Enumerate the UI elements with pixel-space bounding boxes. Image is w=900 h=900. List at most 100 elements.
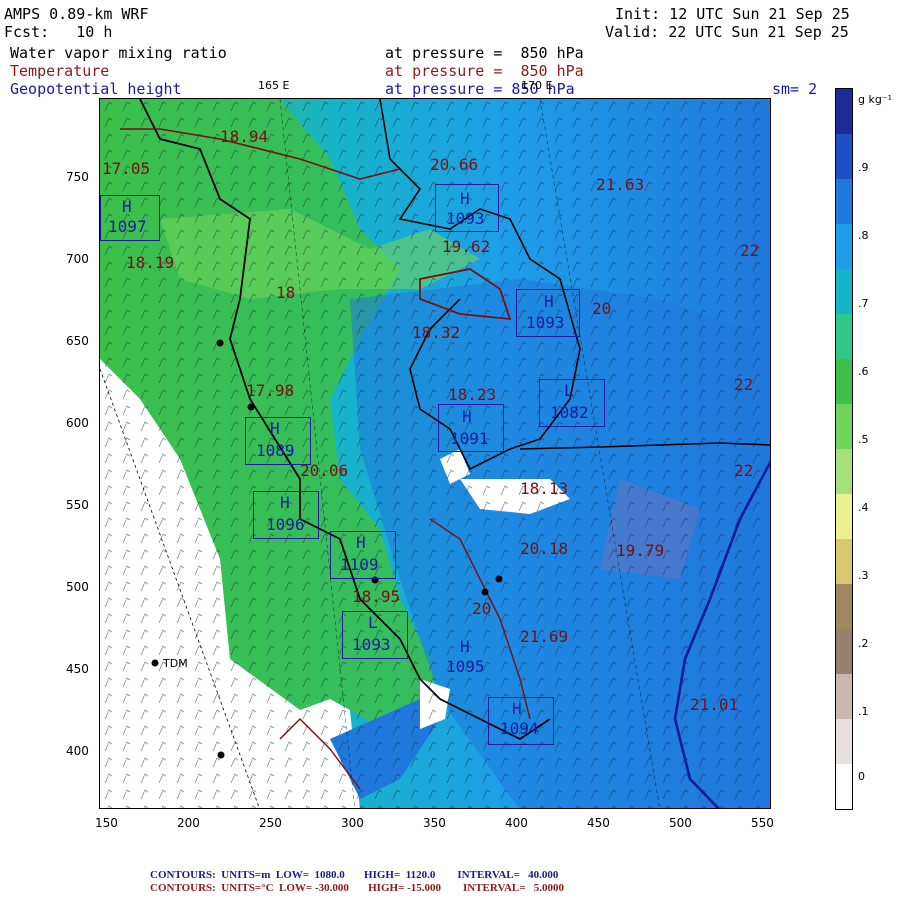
colorbar-segment (836, 674, 852, 719)
colorbar-segment (836, 584, 852, 629)
pressure-center-label: H (462, 407, 472, 426)
x-tick: 550 (751, 816, 774, 830)
pressure-center-label: H (460, 637, 470, 656)
field-name-geopotential: Geopotential height (10, 80, 182, 98)
temperature-label: 20.06 (300, 461, 349, 480)
pressure-center-value: 1089 (256, 441, 295, 460)
field-name-mixing-ratio: Water vapor mixing ratio (10, 44, 227, 62)
longitude-label-165e: 165 E (258, 79, 290, 92)
field-level-mixing-ratio: at pressure = 850 hPa (385, 44, 584, 62)
colorbar-segment (836, 179, 852, 224)
temperature-label: 17.05 (102, 159, 151, 178)
pressure-center-value: 1097 (108, 217, 147, 236)
colorbar-label: .3 (858, 569, 869, 582)
station-dot-tdm (151, 659, 159, 667)
temperature-label: 17.98 (246, 381, 295, 400)
pressure-center-label: H (270, 419, 280, 438)
temperature-label: 20 (592, 299, 612, 318)
temperature-label: 18.23 (448, 385, 497, 404)
colorbar-segment (836, 494, 852, 539)
pressure-center-label: L (368, 613, 378, 632)
colorbar-segment (836, 404, 852, 449)
temperature-label: 20.18 (520, 539, 569, 558)
field-name-temperature: Temperature (10, 62, 110, 80)
temperature-label: 21.69 (520, 627, 569, 646)
y-tick: 500 (66, 580, 89, 594)
pressure-center-label: L (564, 381, 574, 400)
pressure-center-label: H (280, 493, 290, 512)
station-label-tdm: TDM (163, 657, 188, 670)
longitude-label-170e: 170 E (521, 79, 553, 92)
x-tick: 200 (177, 816, 200, 830)
colorbar (835, 88, 853, 810)
temperature-label: 20.66 (430, 155, 479, 174)
temperature-label: 19.62 (442, 237, 491, 256)
init-time: Init: 12 UTC Sun 21 Sep 25 (615, 5, 850, 23)
temperature-label: 22 (734, 375, 754, 394)
pressure-center-label: H (356, 533, 366, 552)
colorbar-segment (836, 359, 852, 404)
colorbar-label: .1 (858, 705, 869, 718)
colorbar-label: .2 (858, 637, 869, 650)
station-dot (217, 751, 225, 759)
smoothing-label: sm= 2 (772, 80, 818, 98)
valid-time: Valid: 22 UTC Sun 21 Sep 25 (605, 23, 849, 41)
pressure-center-label: H (122, 197, 132, 216)
pressure-center-label: H (512, 699, 522, 718)
pressure-center-value: 1094 (500, 719, 539, 738)
model-title: AMPS 0.89-km WRF (4, 5, 149, 23)
temperature-label: 18.95 (352, 587, 401, 606)
pressure-center-label: H (460, 189, 470, 208)
colorbar-label: .5 (858, 433, 869, 446)
colorbar-segment (836, 539, 852, 584)
pressure-center-value: 1109 (340, 555, 379, 574)
colorbar-segment (836, 269, 852, 314)
pressure-center-value: 1091 (450, 429, 489, 448)
station-dot (216, 339, 224, 347)
footer-contours-height: CONTOURS: UNITS=m LOW= 1080.0 HIGH= 1120… (150, 869, 559, 881)
footer-contours-temperature: CONTOURS: UNITS=°C LOW= -30.000 HIGH= -1… (150, 882, 565, 894)
colorbar-segment (836, 134, 852, 179)
colorbar-label: .8 (858, 229, 869, 242)
colorbar-segment (836, 719, 852, 764)
temperature-label: 19.79 (616, 541, 665, 560)
temperature-label: 22 (740, 241, 760, 260)
station-dot (495, 575, 503, 583)
temperature-label: 21.01 (690, 695, 739, 714)
y-tick: 600 (66, 416, 89, 430)
temperature-label: 22 (734, 461, 754, 480)
map-plot-area: H 1097 H 1093 H 1093 L 1082 H 1091 H 108… (99, 98, 771, 809)
x-tick: 350 (423, 816, 446, 830)
temperature-label: 18 (276, 283, 296, 302)
temperature-label: 21.63 (596, 175, 645, 194)
y-tick: 400 (66, 744, 89, 758)
temperature-label: 18.32 (412, 323, 461, 342)
x-tick: 500 (669, 816, 692, 830)
pressure-center-value: 1082 (550, 403, 589, 422)
colorbar-segment (836, 314, 852, 359)
x-tick: 450 (587, 816, 610, 830)
station-dot (481, 588, 489, 596)
colorbar-label: 0 (858, 770, 865, 783)
colorbar-unit: g kg⁻¹ (858, 93, 893, 106)
y-tick: 650 (66, 334, 89, 348)
x-tick: 150 (95, 816, 118, 830)
colorbar-segment (836, 629, 852, 674)
pressure-center-value: 1093 (352, 635, 391, 654)
pressure-center-value: 1093 (526, 313, 565, 332)
colorbar-label: .7 (858, 297, 869, 310)
x-tick: 400 (505, 816, 528, 830)
x-tick: 300 (341, 816, 364, 830)
pressure-center-value: 1093 (446, 209, 485, 228)
colorbar-label: .6 (858, 365, 869, 378)
field-level-temperature: at pressure = 850 hPa (385, 62, 584, 80)
pressure-center-label: H (544, 292, 554, 311)
y-tick: 450 (66, 662, 89, 676)
pressure-center-value: 1096 (266, 515, 305, 534)
y-tick: 750 (66, 170, 89, 184)
y-tick: 550 (66, 498, 89, 512)
colorbar-label: .9 (858, 161, 869, 174)
colorbar-segment (836, 89, 852, 134)
station-dot (247, 403, 255, 411)
colorbar-segment (836, 449, 852, 494)
